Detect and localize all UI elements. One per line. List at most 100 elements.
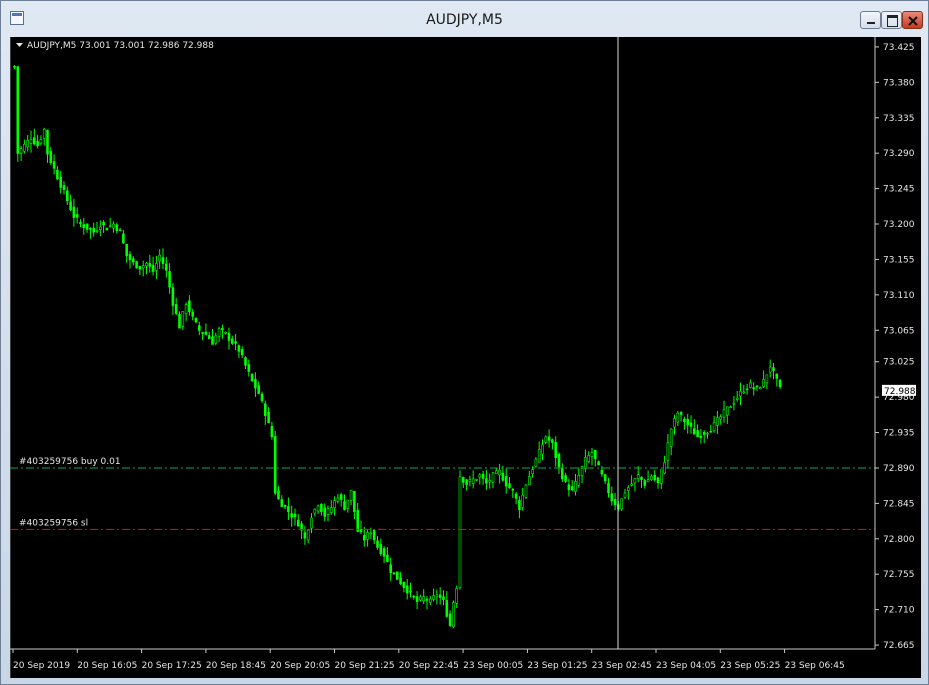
candle (141, 260, 145, 277)
candle (577, 467, 581, 488)
candle (122, 230, 125, 244)
candle (356, 503, 360, 533)
candle (600, 465, 604, 477)
chart-area[interactable]: #403259756 buy 0.01 #403259756 sl 73.425 7… (10, 37, 921, 678)
candle (257, 381, 260, 395)
candle (438, 587, 442, 605)
candle (16, 65, 20, 162)
candle (184, 302, 188, 321)
candle (412, 594, 416, 600)
candle (372, 529, 376, 545)
candle (42, 127, 46, 146)
price-tick-label: 72.665 (883, 641, 915, 651)
candle (382, 546, 386, 564)
candle (155, 255, 158, 279)
candle (409, 582, 412, 598)
candle (108, 217, 112, 228)
candle (283, 504, 287, 510)
candle (369, 527, 373, 540)
candle (663, 455, 666, 475)
candle (557, 452, 561, 474)
maximize-button[interactable] (881, 11, 902, 29)
time-tick-label: 20 Sep 22:45 (399, 661, 459, 671)
candle (207, 331, 211, 340)
candle (646, 470, 650, 483)
candle (227, 327, 231, 350)
candle (135, 260, 138, 269)
candle (105, 227, 109, 231)
candle (168, 263, 171, 294)
candle (234, 334, 237, 351)
candle (26, 135, 30, 152)
candle (224, 331, 227, 335)
candle (273, 431, 277, 496)
candle (712, 415, 716, 433)
candle (198, 321, 201, 336)
candle (488, 473, 492, 489)
candle (729, 405, 732, 409)
candle (749, 379, 752, 389)
symbol-info: AUDJPY,M5 73.001 73.001 72.986 72.988 (27, 41, 214, 51)
close-button[interactable] (902, 11, 923, 29)
candle (366, 528, 369, 547)
candle (32, 128, 36, 146)
candle (696, 424, 699, 438)
trade-lines: #403259756 buy 0.01 #403259756 sl (10, 457, 875, 530)
price-tick-label: 73.245 (883, 185, 915, 195)
candle (508, 477, 511, 489)
candle (188, 295, 191, 316)
candle (518, 496, 521, 519)
candle (151, 256, 155, 276)
price-tick-label: 73.200 (883, 220, 915, 230)
window-title: AUDJPY,M5 (426, 12, 503, 28)
price-chart[interactable]: #403259756 buy 0.01#403259756 sl 73.4257… (10, 37, 921, 678)
candle (405, 579, 409, 600)
candle (181, 311, 185, 330)
candle (567, 478, 571, 497)
time-tick-label: 20 Sep 20:05 (270, 661, 330, 671)
minimize-button[interactable] (860, 11, 881, 29)
candle (547, 429, 551, 448)
candle (254, 372, 257, 397)
title-bar[interactable]: AUDJPY,M5 (1, 1, 928, 37)
time-tick-label: 20 Sep 2019 (13, 661, 70, 671)
candle (679, 411, 683, 422)
candle (653, 470, 657, 482)
candle (673, 414, 676, 435)
candle (735, 391, 739, 402)
candle (59, 170, 63, 194)
candles (13, 65, 782, 629)
candle (465, 479, 468, 491)
candle (725, 406, 729, 424)
candle (722, 400, 726, 423)
candle (19, 145, 23, 161)
candle (742, 384, 746, 395)
candle (666, 433, 670, 469)
price-tick-label: 72.710 (883, 606, 915, 616)
candle (428, 595, 432, 606)
candle (221, 324, 224, 339)
candle (452, 600, 455, 629)
candle (349, 489, 353, 506)
candle (402, 581, 406, 593)
candle (56, 165, 59, 180)
candle (95, 221, 99, 233)
candle (240, 346, 244, 359)
candle (343, 494, 346, 511)
candle (85, 223, 89, 233)
candle (264, 400, 267, 425)
price-tick-label: 73.025 (883, 358, 915, 368)
candle (102, 220, 105, 233)
candle (524, 483, 528, 500)
candle (313, 508, 317, 517)
candle (46, 129, 49, 163)
candle (260, 391, 264, 403)
candle (75, 207, 79, 224)
candle (630, 475, 633, 487)
price-tick-label: 73.065 (883, 326, 915, 336)
time-tick-label: 23 Sep 00:05 (463, 661, 523, 671)
candle (659, 469, 663, 490)
candle (455, 585, 459, 608)
symbol-menu-icon[interactable] (16, 43, 23, 47)
candle (329, 500, 333, 515)
